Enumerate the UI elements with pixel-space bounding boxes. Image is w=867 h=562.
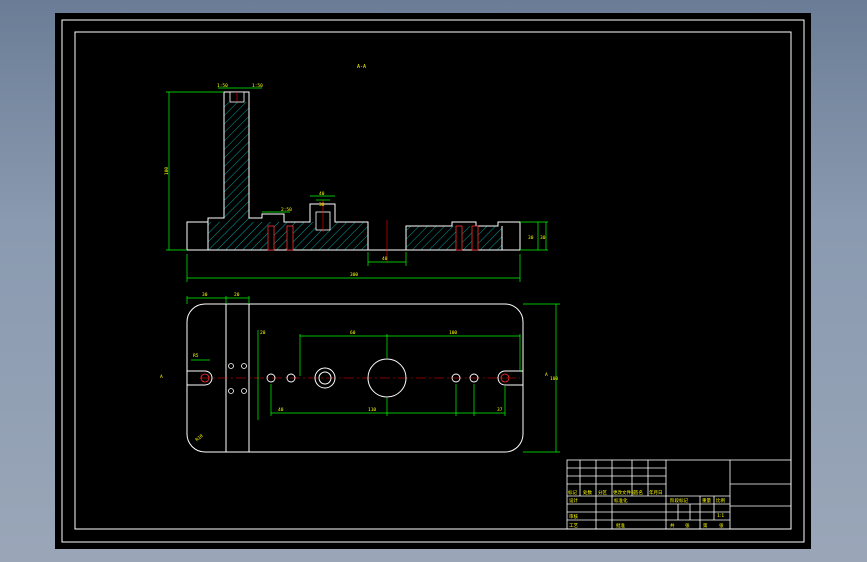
dim-base-1: 30 [528,235,534,241]
drawing-sheet [55,13,811,549]
dim-bore-inner: 30 [319,202,325,208]
base-hole-3 [455,225,463,251]
dim-hole-spacing: 20 [260,330,266,336]
dim-center-hole: 40 [382,256,388,262]
dim-height: 100 [164,167,170,175]
tb-sheet-unit-2: 张 [719,522,724,529]
tb-weight: 重量 [702,497,711,504]
dim-mid-left: 60 [350,330,356,336]
tb-design: 设计 [569,497,578,504]
tb-scale-value: 1:1 [717,513,724,519]
tb-label-date: 年月日 [649,489,663,496]
dim-bottom-center: 110 [368,407,376,413]
tb-label-count: 处数 [583,489,592,496]
base-hole-1 [267,225,275,251]
tb-stage-mark: 阶段标记 [670,497,688,504]
dim-slot: 2:50 [281,207,292,213]
dim-slot-radius: R5 [193,353,199,359]
tb-label-change: 更改文件号 [613,489,636,496]
dim-top-left: 1:50 [217,83,228,89]
dim-width: 100 [550,376,558,382]
tb-sheet-no: 第 [703,522,708,529]
dim-bottom-1: 40 [278,407,284,413]
dim-base-2: 30 [540,235,546,241]
vertical-leg-hatch [224,102,249,222]
drawing-canvas: A-A 1:50 1:50 100 40 30 2:50 40 300 30 3… [55,13,811,549]
dim-top-right: 1:50 [252,83,263,89]
view-mark-left: A [160,374,163,380]
tb-scale: 比例 [716,497,725,504]
section-label: A-A [357,64,366,70]
dim-left-2: 20 [234,292,240,298]
view-mark-right: A [545,372,548,378]
base-hole-4 [471,225,479,251]
dim-overall-length: 300 [350,272,358,278]
tb-sheet-total: 共 [670,522,675,529]
tb-sheet-unit: 张 [685,522,690,529]
dim-bottom-right: 37 [497,407,503,413]
tb-standard: 标准化 [614,497,628,504]
tb-review: 审核 [569,513,578,520]
tb-label-mark: 标记 [568,489,577,496]
tb-process: 工艺 [569,523,578,529]
base-hole-2 [286,225,294,251]
tb-approve: 批准 [616,522,625,529]
tb-label-zone: 分区 [598,489,607,496]
base-hatch-right [406,226,502,250]
tb-label-sign: 签名 [634,489,643,496]
dim-left-1: 30 [202,292,208,298]
dim-bore-width: 40 [319,191,325,197]
dim-mid-right: 100 [449,330,457,336]
cad-viewport[interactable]: A-A 1:50 1:50 100 40 30 2:50 40 300 30 3… [0,0,867,562]
